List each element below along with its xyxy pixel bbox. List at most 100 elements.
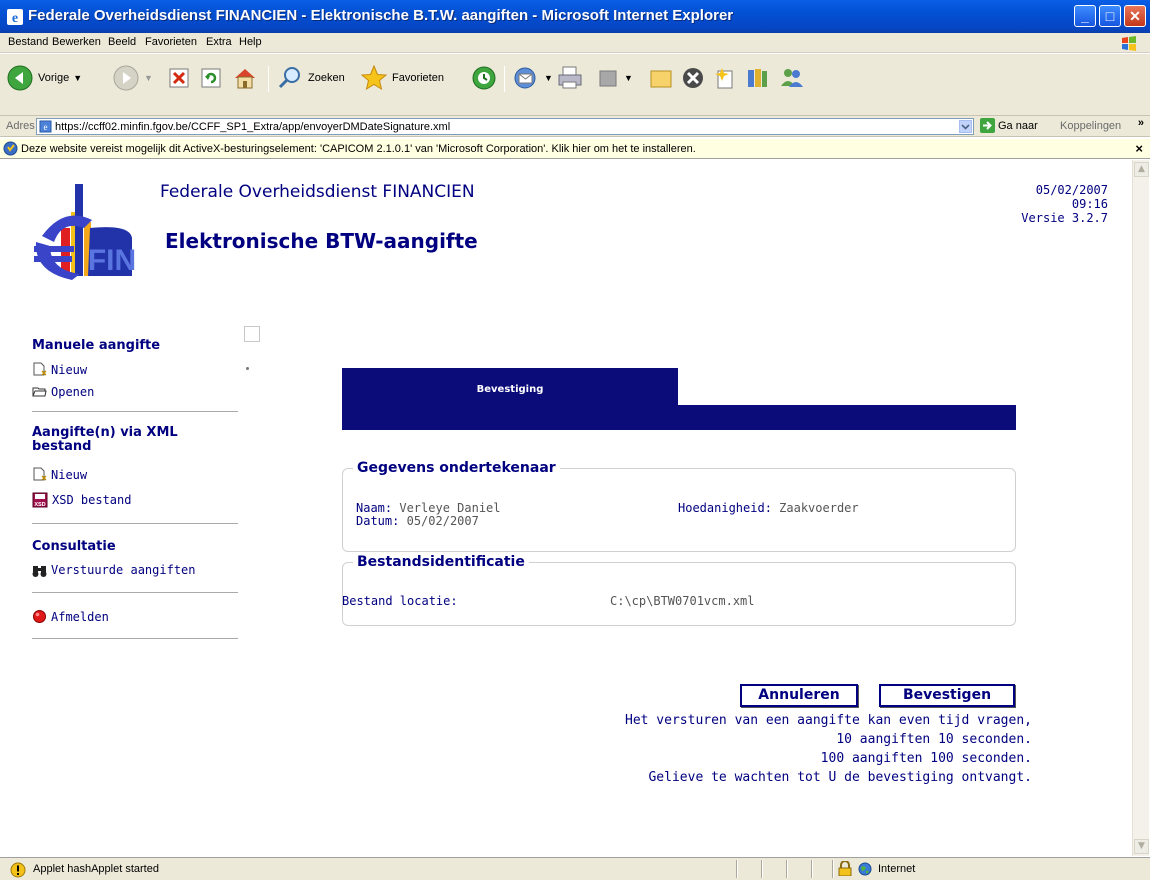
scroll-down-icon[interactable]: ▼	[1134, 839, 1149, 854]
minimize-button[interactable]: _	[1074, 5, 1096, 27]
back-button[interactable]: Vorige ▼	[6, 62, 82, 94]
go-button[interactable]: Ga naar	[980, 118, 1038, 133]
confirm-button[interactable]: Bevestigen	[879, 684, 1015, 707]
page-title: Elektronische BTW-aangifte	[165, 229, 478, 253]
header-version: Versie 3.2.7	[1021, 211, 1108, 225]
search-button[interactable]: Zoeken	[276, 62, 345, 94]
users-button[interactable]	[778, 62, 806, 94]
edit-dropdown-icon[interactable]: ▼	[624, 73, 633, 83]
messenger-button[interactable]	[712, 62, 738, 94]
sidebar-item-manual-open[interactable]: Openen	[32, 384, 94, 399]
books-icon	[748, 69, 767, 87]
fin-logo: FIN	[34, 184, 136, 280]
menu-file[interactable]: Bestand	[8, 36, 48, 48]
sidebar-title-xml: Aangifte(n) via XML bestand	[32, 425, 178, 454]
tab-confirmation-label: Bevestiging	[476, 384, 544, 395]
menu-edit[interactable]: Bewerken	[52, 36, 101, 48]
close-button[interactable]: ✕	[1124, 5, 1146, 27]
status-pane	[832, 860, 834, 878]
status-bar: Applet hashApplet started Internet	[0, 857, 1150, 880]
menu-tools[interactable]: Extra	[206, 36, 232, 48]
toolbar: Vorige ▼ ▼ Zoeken Favorieten ▼ ▼	[0, 54, 1150, 116]
sidebar-item-label: Afmelden	[51, 609, 109, 624]
mail-button[interactable]: ▼	[512, 62, 553, 94]
sidebar-item-xsd[interactable]: XSD XSD bestand	[32, 492, 131, 508]
forward-button[interactable]: ▼	[112, 62, 153, 94]
lock-icon[interactable]	[838, 861, 852, 876]
warning-icon	[10, 862, 26, 878]
globe-icon	[858, 862, 872, 875]
sidebar-item-manual-new[interactable]: Nieuw	[32, 362, 87, 377]
organization-name: Federale Overheidsdienst FINANCIEN	[160, 182, 475, 202]
signer-name-label: Naam:	[356, 501, 393, 515]
sidebar-item-label: Nieuw	[51, 467, 88, 482]
edit-button[interactable]: ▼	[596, 62, 633, 94]
sidebar-divider	[32, 411, 238, 412]
maximize-button[interactable]: □	[1099, 5, 1121, 27]
history-button[interactable]	[470, 62, 498, 94]
go-label: Ga naar	[998, 119, 1038, 132]
refresh-icon	[201, 68, 221, 88]
stop-button[interactable]	[168, 62, 192, 94]
menu-view[interactable]: Beeld	[108, 36, 136, 48]
sidebar-title-manual: Manuele aangifte	[32, 338, 161, 353]
sidebar-item-sent-returns[interactable]: Verstuurde aangiften	[32, 563, 196, 577]
close-icon[interactable]: ×	[1135, 141, 1143, 156]
discuss-button[interactable]	[648, 62, 674, 94]
information-bar[interactable]: Deze website vereist mogelijk dit Active…	[0, 139, 1150, 159]
logo-text: FIN	[88, 244, 136, 277]
sidebar-divider	[32, 592, 238, 593]
home-button[interactable]	[232, 62, 258, 94]
search-icon	[278, 67, 300, 89]
address-bar: Adres e https://ccff02.minfin.fgov.be/CC…	[0, 116, 1150, 137]
toolbar-separator	[268, 66, 269, 92]
open-folder-icon	[32, 387, 47, 397]
history-icon	[472, 66, 496, 90]
status-pane	[786, 860, 788, 878]
information-bar-text: Deze website vereist mogelijk dit Active…	[21, 143, 696, 155]
sidebar-divider	[32, 523, 238, 524]
back-dropdown-icon[interactable]: ▼	[73, 73, 82, 83]
address-dropdown-icon[interactable]	[959, 120, 972, 133]
menu-help[interactable]: Help	[239, 36, 262, 48]
scroll-up-icon[interactable]: ▲	[1134, 162, 1149, 177]
sidebar-item-label: XSD bestand	[52, 493, 132, 507]
logout-icon	[33, 610, 46, 623]
links-chevron-icon[interactable]: »	[1138, 117, 1144, 129]
signer-role-label: Hoedanigheid:	[678, 501, 772, 515]
mail-dropdown-icon[interactable]: ▼	[544, 73, 553, 83]
home-icon	[235, 69, 255, 89]
sidebar-item-logout[interactable]: Afmelden	[32, 609, 109, 624]
address-label: Adres	[6, 120, 35, 132]
favorites-button[interactable]: Favorieten	[360, 62, 444, 94]
decorative-box	[244, 326, 260, 342]
status-pane	[736, 860, 738, 878]
status-pane	[761, 860, 763, 878]
sidebar-item-label: Openen	[51, 384, 95, 399]
address-input[interactable]: e https://ccff02.minfin.fgov.be/CCFF_SP1…	[36, 118, 974, 135]
sidebar-item-xml-new[interactable]: Nieuw	[32, 467, 87, 482]
header-meta: 05/02/2007 09:16 Versie 3.2.7	[1021, 183, 1108, 225]
vertical-scrollbar[interactable]: ▲ ▼	[1132, 160, 1149, 856]
mail-icon	[514, 67, 536, 89]
print-button[interactable]	[556, 62, 584, 94]
file-location-value: C:\cp\BTW0701vcm.xml	[610, 594, 755, 608]
bookmark-button[interactable]	[744, 62, 770, 94]
star-icon	[360, 64, 388, 91]
signer-date: Datum: 05/02/2007	[356, 514, 479, 528]
refresh-button[interactable]	[200, 62, 224, 94]
links-label[interactable]: Koppelingen	[1060, 120, 1121, 132]
forward-dropdown-icon[interactable]: ▼	[144, 73, 153, 83]
new-document-icon	[33, 362, 47, 376]
research-button[interactable]	[680, 62, 706, 94]
decorative-dot	[246, 367, 249, 370]
menu-favorites[interactable]: Favorieten	[145, 36, 197, 48]
sidebar-title-consult: Consultatie	[32, 539, 116, 554]
edit-page-icon	[599, 70, 617, 87]
cancel-button[interactable]: Annuleren	[740, 684, 858, 707]
toolbar-separator	[504, 66, 505, 92]
sparkle-page-icon	[715, 68, 733, 89]
menu-bar: Bestand Bewerken Beeld Favorieten Extra …	[0, 33, 1150, 53]
svg-text:e: e	[44, 122, 48, 132]
forward-arrow-icon	[113, 65, 139, 91]
